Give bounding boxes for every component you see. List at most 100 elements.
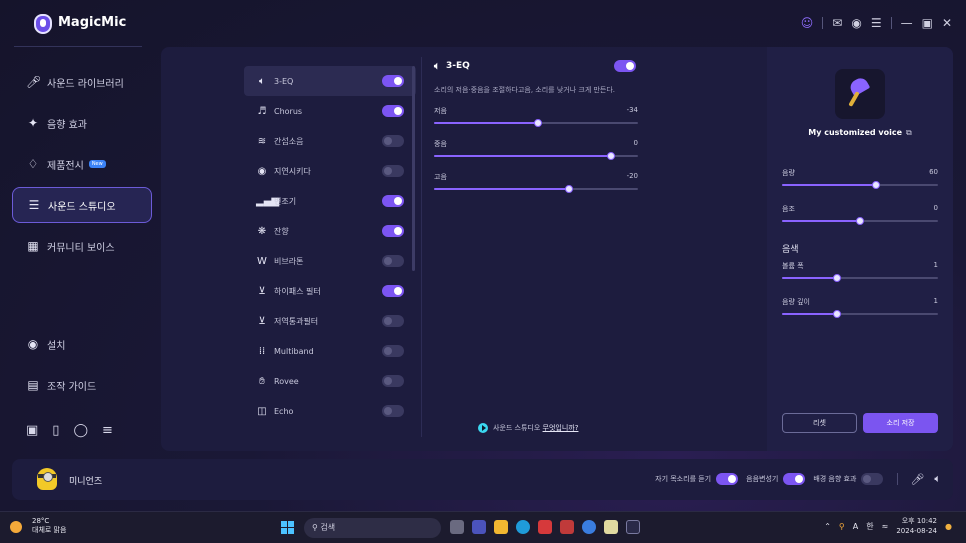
bg-effect-toggle[interactable]	[861, 473, 884, 485]
clock-time: 오후 10:42	[901, 517, 938, 525]
help-link[interactable]: 무엇입니까?	[543, 423, 579, 433]
teams-icon[interactable]	[472, 520, 486, 534]
effect-toggle[interactable]	[382, 225, 404, 237]
effect-item-delay[interactable]: ◉ 지연시키다	[244, 156, 416, 186]
eq-title: 3-EQ	[446, 61, 470, 71]
notepad-icon[interactable]	[604, 520, 618, 534]
sparkle-icon: ✦	[27, 116, 39, 130]
effect-label: 잔향	[274, 226, 289, 236]
effects-scrollbar[interactable]	[412, 66, 415, 271]
slider-handle[interactable]	[534, 119, 543, 127]
effect-toggle[interactable]	[382, 135, 404, 147]
weather-widget[interactable]: 28°C 대체로 맑음	[10, 517, 66, 535]
effect-item-modulator[interactable]: ▂▄▆ 변조기	[244, 186, 416, 216]
slider-track[interactable]	[434, 152, 638, 160]
slider-track[interactable]	[782, 217, 938, 225]
sidebar-item-settings[interactable]: ◉ 설치	[12, 326, 152, 362]
sound-studio-help-link[interactable]: 사운드 스튜디오 무엇입니까?	[478, 423, 578, 433]
voice-changer-toggle-wrap	[783, 473, 806, 485]
effect-item-vibrato[interactable]: W 비브라톤	[244, 246, 416, 276]
notification-icon[interactable]: ●	[945, 522, 952, 531]
slider-handle[interactable]	[871, 181, 880, 189]
close-icon[interactable]: ✕	[942, 16, 952, 30]
effect-item-echo[interactable]: ◫ Echo	[244, 396, 416, 426]
file-explorer-icon[interactable]	[494, 520, 508, 534]
effect-item-multiband[interactable]: ⁞⁞ Multiband	[244, 336, 416, 366]
timbre-width-slider: 볼륨 폭 1	[782, 261, 938, 291]
effect-toggle[interactable]	[382, 75, 404, 87]
slider-handle[interactable]	[564, 185, 573, 193]
microphone-icon[interactable]: 🎤︎	[910, 473, 924, 486]
slider-track[interactable]	[434, 119, 638, 127]
slider-track[interactable]	[434, 185, 638, 193]
effect-label: Chorus	[274, 106, 303, 116]
sidebar-footer-icons: ▣ ▯ ◯ ≡	[26, 423, 113, 438]
maximize-icon[interactable]: ▣	[922, 16, 933, 30]
menu-icon[interactable]: ☰	[871, 16, 882, 30]
user-icon[interactable]: ☺	[801, 16, 814, 30]
eq-enable-toggle[interactable]	[614, 60, 636, 72]
save-voice-button[interactable]: 소리 저장	[863, 413, 938, 433]
effect-toggle[interactable]	[382, 105, 404, 117]
speaker-icon[interactable]: 🔈︎	[934, 472, 941, 486]
task-view-icon[interactable]	[450, 520, 464, 534]
magicmic-logo-icon	[34, 14, 52, 34]
effect-toggle[interactable]	[382, 315, 404, 327]
effect-item-highpass[interactable]: ⊻ 하이패스 필터	[244, 276, 416, 306]
sidebar-item-sound-effects[interactable]: ✦ 음향 효과	[12, 105, 152, 141]
input-lang-a[interactable]: A	[853, 522, 858, 531]
effect-toggle[interactable]	[382, 165, 404, 177]
slider-handle[interactable]	[832, 310, 841, 318]
sidebar-item-community-voice[interactable]: ▦ 커뮤니티 보이스	[12, 228, 152, 264]
wifi-icon[interactable]: ≈	[882, 522, 889, 531]
mic-tray-icon[interactable]: ⚲	[839, 522, 845, 531]
effect-toggle[interactable]	[382, 285, 404, 297]
effect-item-chorus[interactable]: ♬ Chorus	[244, 96, 416, 126]
sidebar-item-sound-studio[interactable]: ☰ 사운드 스튜디오	[12, 187, 152, 223]
slider-track[interactable]	[782, 274, 938, 282]
hear-self-toggle[interactable]	[716, 473, 739, 485]
toolbox-icon[interactable]: ▣	[26, 423, 38, 438]
effect-item-rovee[interactable]: ✋︎ Rovee	[244, 366, 416, 396]
input-lang-han[interactable]: 한	[866, 521, 873, 532]
minion-avatar[interactable]	[37, 468, 57, 490]
effect-toggle[interactable]	[382, 345, 404, 357]
windows-start-icon[interactable]	[281, 521, 294, 534]
app-icon-stripes[interactable]	[560, 520, 574, 534]
sidebar-item-showcase[interactable]: ♢ 제품전시 New	[12, 146, 152, 182]
sidebar-item-guide[interactable]: ▤ 조작 가이드	[12, 367, 152, 403]
slider-track[interactable]	[782, 181, 938, 189]
slider-handle[interactable]	[832, 274, 841, 282]
effect-item-lowpass[interactable]: ⊻ 저역통과필터	[244, 306, 416, 336]
slider-fill	[434, 155, 612, 157]
effect-toggle[interactable]	[382, 375, 404, 387]
effect-toggle[interactable]	[382, 405, 404, 417]
open-external-icon[interactable]: ⧉	[906, 128, 912, 137]
custom-voice-panel: My customized voice ⧉ 음량 60 음조 0 음색 볼륨 폭…	[767, 47, 953, 451]
voice-changer-toggle[interactable]	[783, 473, 806, 485]
edge-icon[interactable]	[516, 520, 530, 534]
feedback-icon[interactable]: ≡	[102, 423, 113, 438]
clock[interactable]: 오후 10:42 2024-08-24	[896, 516, 937, 536]
effect-toggle[interactable]	[382, 255, 404, 267]
effect-toggle[interactable]	[382, 195, 404, 207]
chat-icon[interactable]: ◯	[73, 423, 88, 438]
discord-icon[interactable]: ◉	[851, 16, 861, 30]
sidebar-item-sound-library[interactable]: 🎤︎ 사운드 라이브러리	[12, 64, 152, 100]
reset-button[interactable]: 리셋	[782, 413, 857, 433]
chevron-up-icon[interactable]: ⌃	[824, 522, 831, 531]
slider-handle[interactable]	[607, 152, 616, 160]
mobile-icon[interactable]: ▯	[52, 423, 59, 438]
mail-icon[interactable]: ✉	[832, 16, 842, 30]
minimize-icon[interactable]: —	[901, 16, 913, 30]
effect-item-reverb[interactable]: ❋ 잔향	[244, 216, 416, 246]
app-icon-red[interactable]	[538, 520, 552, 534]
effect-item-noise[interactable]: ≋ 간섭소음	[244, 126, 416, 156]
slider-handle[interactable]	[856, 217, 864, 225]
slider-track[interactable]	[782, 310, 938, 318]
effect-item-3eq[interactable]: 🔈︎ 3-EQ	[244, 66, 416, 96]
taskbar-search[interactable]: ⚲ 검색	[304, 518, 441, 538]
magicmic-taskbar-icon[interactable]	[626, 520, 640, 534]
app-icon-blue[interactable]	[582, 520, 596, 534]
slider-value: -34	[626, 106, 638, 114]
